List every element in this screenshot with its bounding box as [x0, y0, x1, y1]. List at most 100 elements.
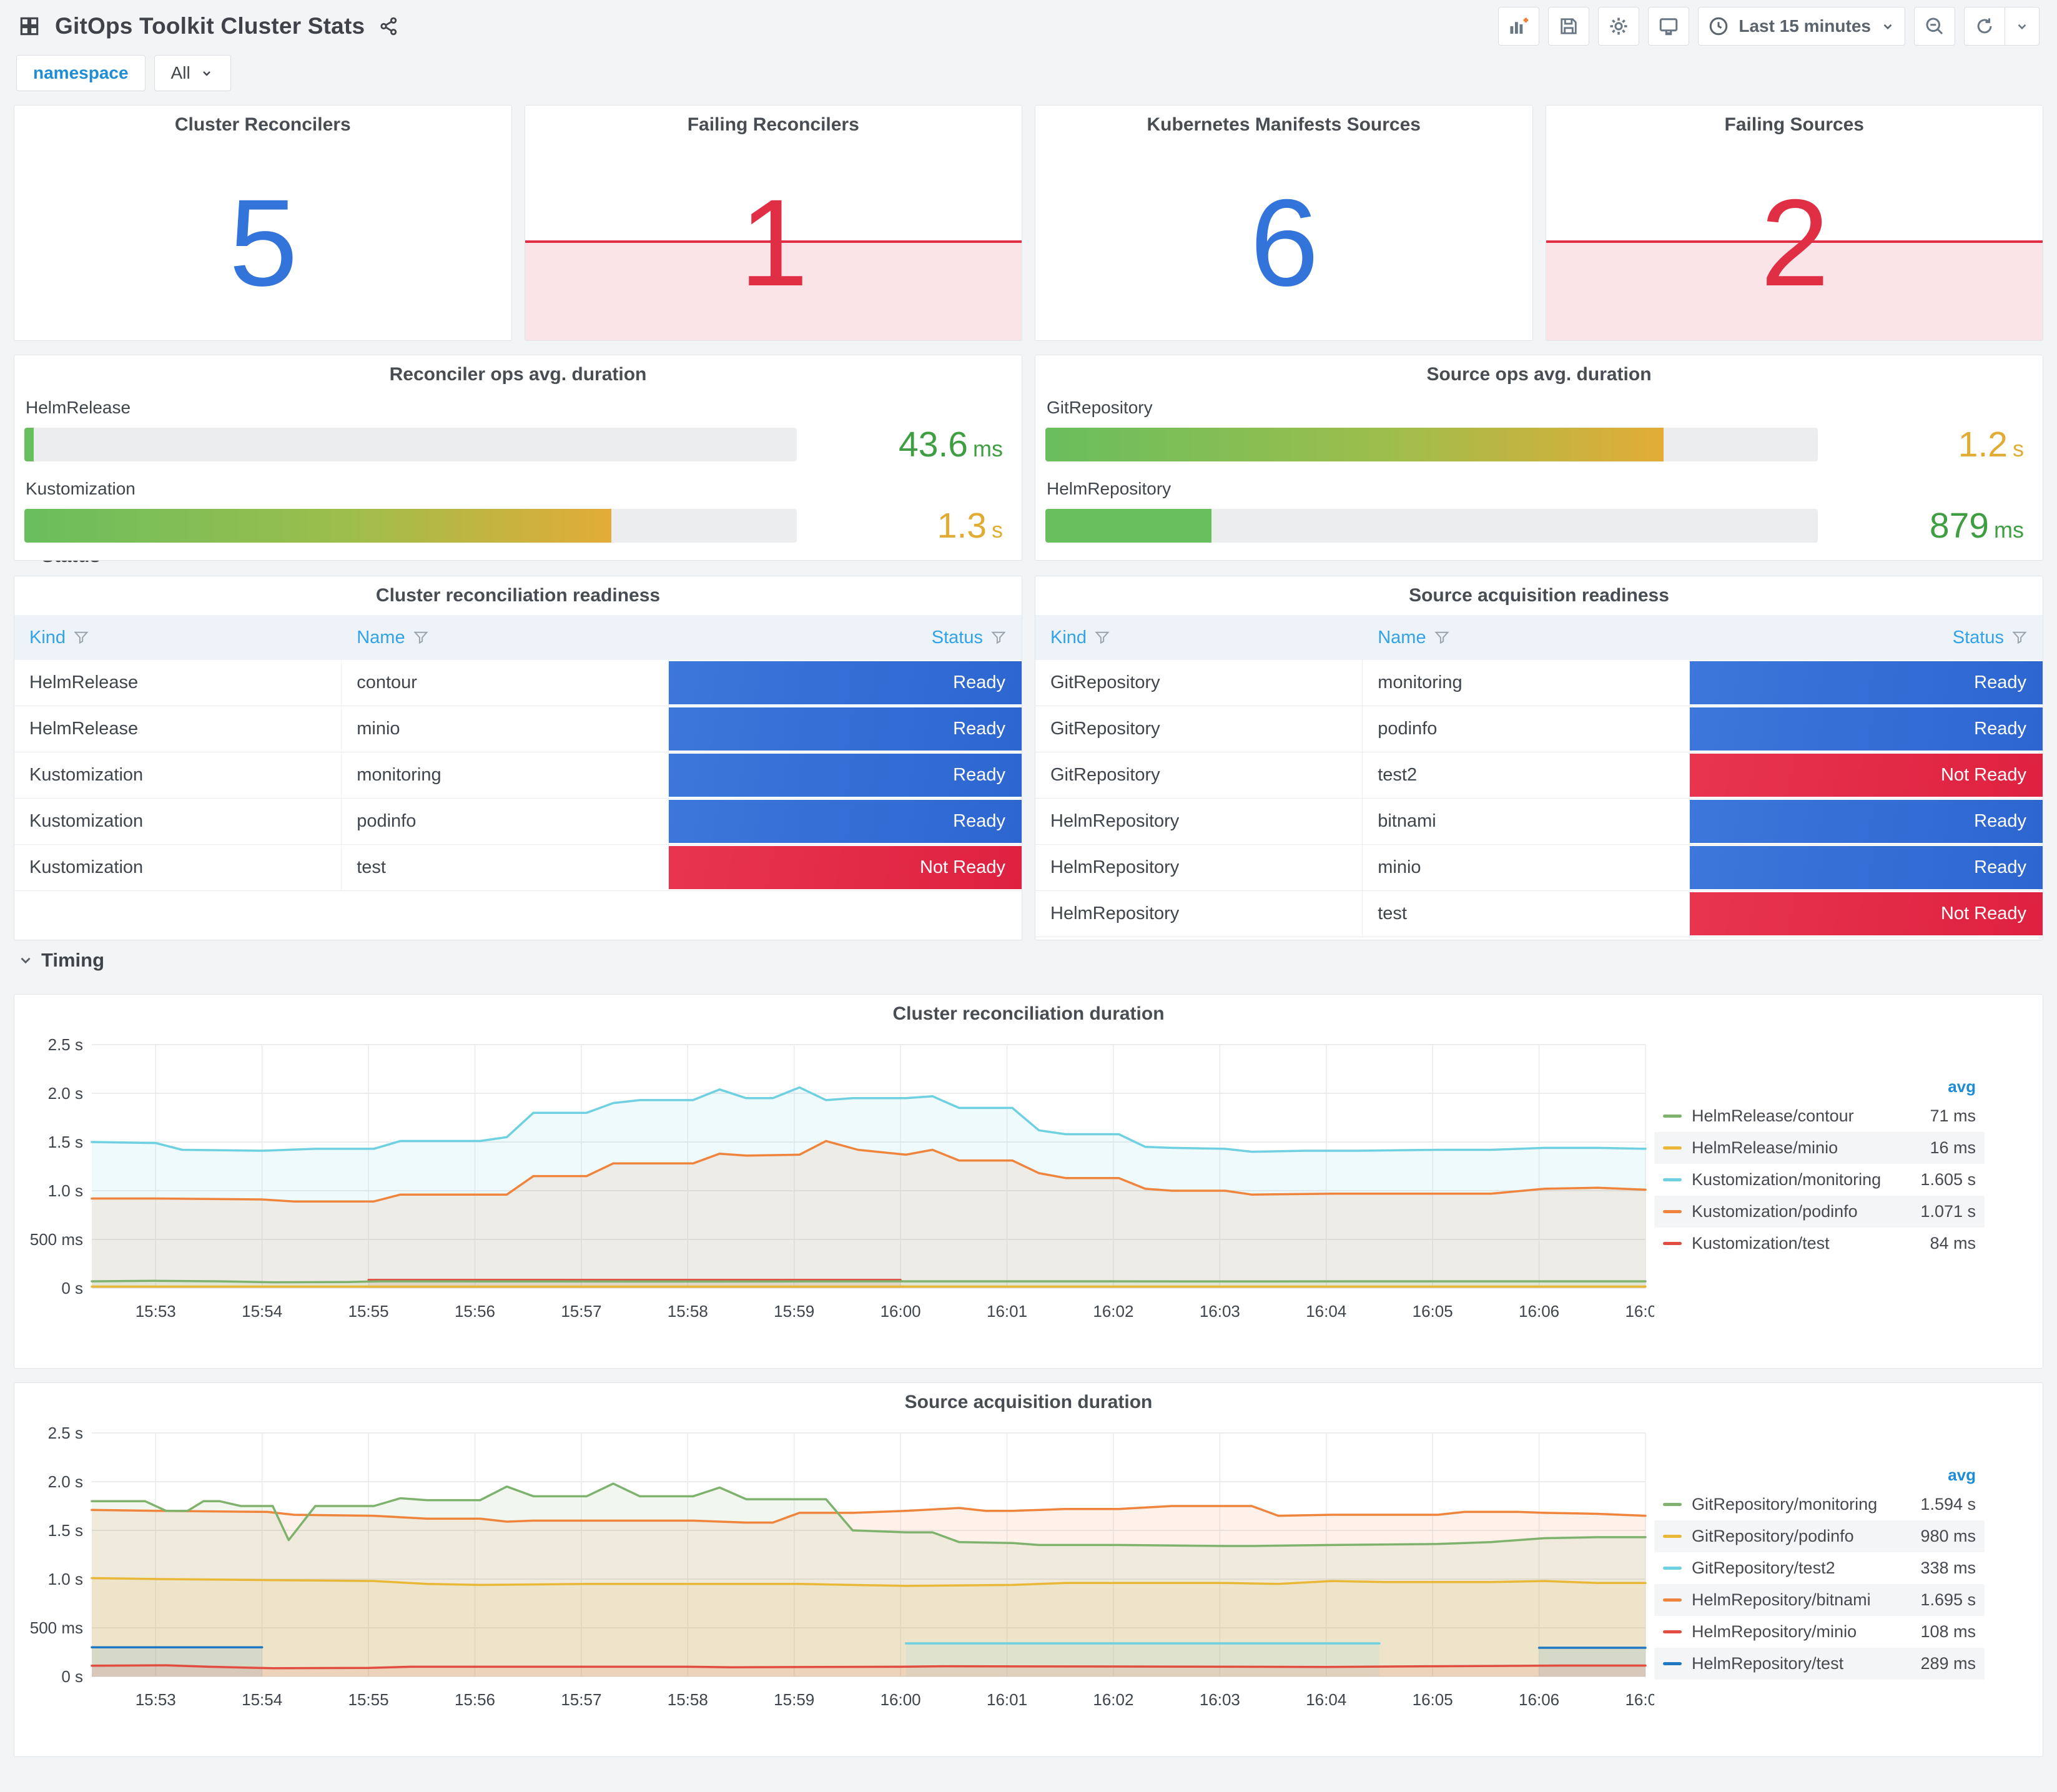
filter-icon[interactable]	[1094, 629, 1110, 646]
status-badge: Ready	[669, 752, 1022, 798]
legend-item[interactable]: Kustomization/podinfo 1.071 s	[1654, 1196, 1985, 1228]
chevron-down-icon	[202, 71, 210, 76]
section-timing[interactable]: Timing	[14, 940, 2043, 980]
time-series-plot[interactable]: 0 s 500 ms 1.0 s 1.5 s 2.0 s 2.5 s 15:53 15:54 1…	[18, 1033, 1654, 1327]
legend-item[interactable]: GitRepository/podinfo 980 ms	[1654, 1520, 1985, 1552]
gauge-value: 879 ms	[1929, 506, 2024, 546]
gauge-label: GitRepository	[1047, 398, 1153, 417]
gauge-row: HelmRelease 43.6 ms	[24, 398, 1003, 465]
cycle-view-button[interactable]	[1648, 7, 1690, 46]
svg-text:2.5 s: 2.5 s	[48, 1424, 83, 1442]
tables-row: Cluster reconciliation readiness Kind Nam…	[14, 576, 2043, 940]
filter-icon[interactable]	[2011, 629, 2028, 646]
svg-text:15:56: 15:56	[455, 1302, 495, 1321]
legend-item[interactable]: GitRepository/monitoring 1.594 s	[1654, 1489, 1985, 1520]
stat-value: 5	[229, 173, 298, 312]
time-series-plot[interactable]: 0 s 500 ms 1.0 s 1.5 s 2.0 s 2.5 s 15:53 15:54 1…	[18, 1422, 1654, 1715]
svg-text:15:59: 15:59	[774, 1302, 814, 1321]
filter-icon[interactable]	[73, 629, 89, 646]
series-color-swatch	[1663, 1598, 1682, 1602]
svg-text:16:03: 16:03	[1200, 1302, 1240, 1321]
filter-icon[interactable]	[413, 629, 429, 646]
stat-panel-title[interactable]: Failing Sources	[1546, 106, 2043, 144]
refresh-interval-button[interactable]	[2005, 7, 2040, 46]
column-header-status[interactable]: Status	[1690, 628, 2043, 648]
refresh-button[interactable]	[1964, 7, 2005, 46]
stat-panel-title[interactable]: Failing Reconcilers	[525, 106, 1022, 144]
zoom-out-button[interactable]	[1914, 7, 1955, 46]
status-badge: Not Ready	[1690, 752, 2043, 798]
series-name: Kustomization/test	[1692, 1234, 1830, 1253]
table-title[interactable]: Source acquisition readiness	[1035, 576, 2043, 615]
column-header-kind[interactable]: Kind	[14, 628, 342, 648]
table-header-row: Kind Name Status	[14, 615, 1022, 660]
gauge-value: 43.6 ms	[899, 425, 1003, 465]
gauge-track	[1045, 428, 1818, 461]
cell-kind: HelmRepository	[1035, 799, 1363, 844]
legend-item[interactable]: HelmRepository/bitnami 1.695 s	[1654, 1584, 1985, 1616]
chart-title[interactable]: Source acquisition duration	[14, 1383, 2043, 1422]
series-avg-value: 84 ms	[1930, 1234, 1976, 1253]
chart-title[interactable]: Cluster reconciliation duration	[14, 995, 2043, 1033]
save-icon	[1561, 18, 1577, 34]
gauge-fill	[24, 509, 612, 543]
legend-item[interactable]: HelmRepository/test 289 ms	[1654, 1648, 1985, 1680]
table-row: Kustomization test Not Ready	[14, 845, 1022, 891]
series-avg-value: 1.071 s	[1920, 1202, 1976, 1221]
status-badge: Not Ready	[669, 845, 1022, 890]
series-avg-value: 71 ms	[1930, 1106, 1976, 1125]
gauge-panel-title[interactable]: Reconciler ops avg. duration	[14, 355, 1022, 394]
share-icon[interactable]	[378, 16, 400, 37]
stat-panel-1: Failing Reconcilers 1	[524, 105, 1022, 341]
legend-item[interactable]: HelmRelease/minio 16 ms	[1654, 1132, 1985, 1164]
cell-name: bitnami	[1363, 799, 1690, 844]
chart-panel-1: Source acquisition duration 0 s 500 ms 1.0 …	[14, 1382, 2043, 1757]
stat-panel-title[interactable]: Cluster Reconcilers	[14, 106, 511, 144]
legend-item[interactable]: Kustomization/test 84 ms	[1654, 1228, 1985, 1259]
column-header-kind[interactable]: Kind	[1035, 628, 1363, 648]
series-avg-value: 338 ms	[1920, 1558, 1976, 1577]
svg-text:16:07: 16:07	[1625, 1302, 1654, 1321]
time-range-picker[interactable]: Last 15 minutes	[1698, 7, 1905, 46]
stat-panel-2: Kubernetes Manifests Sources 6	[1035, 105, 1533, 341]
namespace-filter-label[interactable]: namespace	[16, 55, 146, 91]
save-dashboard-button[interactable]	[1548, 7, 1590, 46]
gauge-panel-title[interactable]: Source ops avg. duration	[1035, 355, 2043, 394]
legend-avg-header[interactable]: avg	[1654, 1462, 1985, 1489]
status-badge: Ready	[1690, 845, 2043, 890]
tv-icon	[1660, 18, 1678, 36]
status-badge: Ready	[1690, 660, 2043, 706]
gauge-track	[1045, 509, 1818, 543]
column-header-name[interactable]: Name	[342, 628, 669, 648]
svg-text:1.5 s: 1.5 s	[48, 1521, 83, 1540]
time-range-label: Last 15 minutes	[1739, 16, 1871, 36]
svg-text:1.0 s: 1.0 s	[48, 1181, 83, 1200]
chart-panel-0: Cluster reconciliation duration 0 s 500 ms…	[14, 994, 2043, 1369]
legend-item[interactable]: HelmRepository/minio 108 ms	[1654, 1616, 1985, 1648]
series-name: HelmRepository/minio	[1692, 1622, 1857, 1641]
dashboard-settings-button[interactable]	[1598, 7, 1640, 46]
legend-item[interactable]: GitRepository/test2 338 ms	[1654, 1552, 1985, 1584]
filter-icon[interactable]	[1434, 629, 1450, 646]
namespace-filter-value[interactable]: All	[154, 55, 231, 91]
gauge-row: Kustomization 1.3 s	[24, 479, 1003, 546]
legend-item[interactable]: Kustomization/monitoring 1.605 s	[1654, 1164, 1985, 1196]
legend-avg-header[interactable]: avg	[1654, 1073, 1985, 1100]
cell-name: podinfo	[1363, 706, 1690, 752]
settings-gear-icon	[1610, 17, 1627, 35]
column-header-status[interactable]: Status	[669, 628, 1022, 648]
stat-panel-title[interactable]: Kubernetes Manifests Sources	[1035, 106, 1532, 144]
svg-text:16:03: 16:03	[1200, 1690, 1240, 1709]
stat-value: 1	[739, 173, 808, 312]
refresh-button-group	[1964, 7, 2040, 46]
table-row: HelmRelease minio Ready	[14, 706, 1022, 752]
add-panel-button[interactable]	[1498, 7, 1540, 46]
svg-text:15:57: 15:57	[561, 1302, 601, 1321]
clock-icon	[1710, 17, 1728, 36]
column-header-name[interactable]: Name	[1363, 628, 1690, 648]
table-title[interactable]: Cluster reconciliation readiness	[14, 576, 1022, 615]
legend-item[interactable]: HelmRelease/contour 71 ms	[1654, 1100, 1985, 1132]
chart-legend: avg HelmRelease/contour 71 ms HelmRelease/m…	[1654, 1073, 1995, 1327]
filter-icon[interactable]	[990, 629, 1007, 646]
stat-value: 6	[1250, 173, 1319, 312]
